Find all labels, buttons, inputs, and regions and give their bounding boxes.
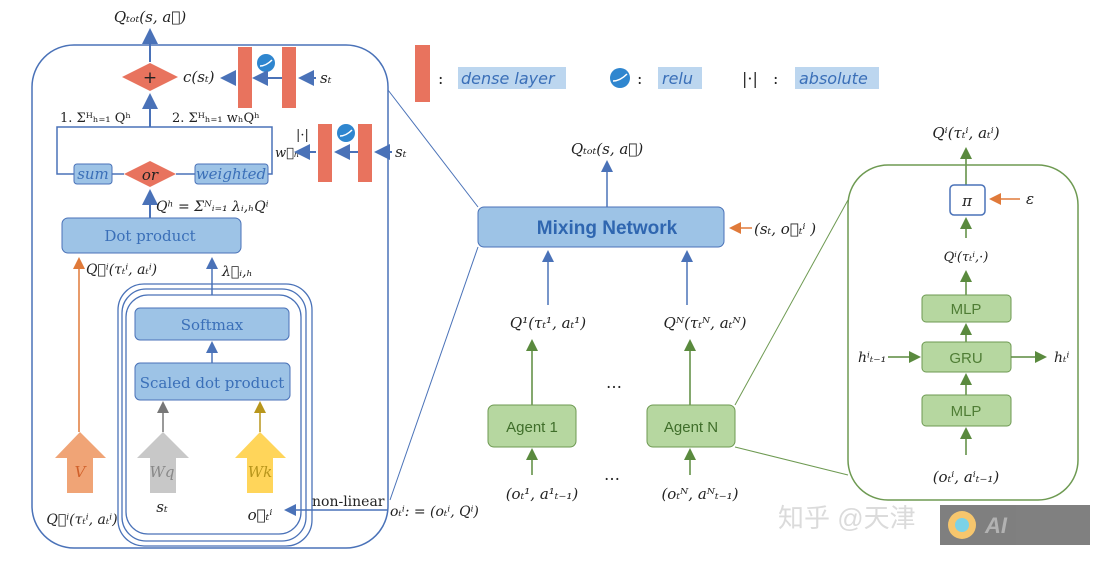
softmax-label: Softmax: [181, 316, 244, 334]
qi-vector-label: Q⃗ⁱ(τₜⁱ, aₜⁱ): [86, 262, 157, 278]
relu-icon: [610, 68, 630, 88]
pi-label: π: [961, 192, 973, 210]
agent-1-input: (oₜ¹, a¹ₜ₋₁): [506, 485, 579, 503]
wq-label: Wq: [149, 463, 174, 481]
dense-layer: [358, 124, 372, 182]
legend-sep: :: [637, 69, 642, 88]
logo-flower-center: [955, 518, 969, 532]
agent-n-label: Agent N: [664, 419, 718, 436]
legend-dense-label: dense layer: [461, 69, 556, 88]
legend: : dense layer : relu |·| : absolute: [415, 45, 879, 102]
weighted-option-label: 2. Σᴴₕ₌₁ wₕQʰ: [172, 111, 260, 126]
q-tot-label: Qₜₒₜ(s, a⃗): [114, 8, 187, 26]
state-label: sₜ: [395, 143, 407, 161]
legend-relu-label: relu: [662, 69, 693, 88]
qn-label: Qᴺ(τₜᴺ, aₜᴺ): [664, 314, 747, 332]
qi-output-label: Qⁱ(τₜⁱ, aₜⁱ): [932, 124, 999, 142]
hidden-next-label: hₜⁱ: [1054, 350, 1069, 366]
state-input-label: sₜ: [156, 498, 168, 516]
plus-symbol: +: [143, 68, 157, 88]
dot-product-label: Dot product: [104, 227, 195, 245]
watermark-text: 知乎 @天津: [778, 503, 916, 533]
obs-input-label: o⃗ₜⁱ: [248, 506, 273, 524]
or-label: or: [142, 166, 159, 184]
w-h-label: w⃗ₕ: [275, 146, 300, 161]
abs-symbol: |·|: [742, 69, 758, 88]
relu-icon: [257, 54, 275, 72]
agent-network-panel: Qⁱ(τₜⁱ, aₜⁱ) π ε Qⁱ(τₜⁱ,·) MLP GRU hⁱₜ₋₁…: [847, 124, 1079, 501]
mixing-network-label: Mixing Network: [537, 218, 678, 239]
non-linear-label: non-linear: [312, 494, 385, 510]
q-tot-label: Qₜₒₜ(s, a⃗): [571, 140, 644, 158]
scaled-dot-product-label: Scaled dot product: [140, 374, 285, 392]
dense-layer: [282, 47, 296, 108]
watermark-logo-text: AI: [984, 513, 1008, 538]
qi-input-label: Q⃗ⁱ(τₜⁱ, aₜⁱ): [46, 512, 117, 528]
relu-icon: [337, 124, 355, 142]
hidden-prev-label: hⁱₜ₋₁: [858, 350, 886, 366]
gru-label: GRU: [949, 350, 982, 367]
agent-n-input: (oₜᴺ, aᴺₜ₋₁): [661, 485, 738, 503]
ellipsis: …: [604, 465, 620, 484]
watermark: 知乎 @天津 AI: [778, 503, 1090, 545]
ellipsis: …: [606, 373, 622, 392]
lambda-label: λ⃗ᵢ,ₕ: [221, 264, 253, 280]
zoom-line: [389, 246, 479, 501]
qh-equation: Qʰ = Σᴺᵢ₌₁ λᵢ,ₕQⁱ: [156, 199, 269, 215]
legend-sep: :: [773, 69, 778, 88]
qmix-attention-diagram: Qₜₒₜ(s, a⃗) + c(sₜ) sₜ 1. Σᴴₕ₌₁ Qʰ 2. Σᴴ…: [0, 0, 1111, 564]
state-label: sₜ: [320, 69, 332, 87]
legend-sep: :: [438, 69, 443, 88]
abs-symbol: |·|: [296, 128, 309, 143]
weighted-label: weighted: [196, 165, 266, 183]
epsilon-label: ε: [1026, 190, 1034, 208]
mixer-input-label: (sₜ, o⃗ₜⁱ ): [754, 220, 816, 238]
agent-input-label: (oₜⁱ, aⁱₜ₋₁): [933, 468, 1000, 486]
agent-1-label: Agent 1: [506, 419, 558, 436]
q1-label: Q¹(τₜ¹, aₜ¹): [510, 314, 586, 332]
zoom-line: [734, 446, 849, 476]
c-st-label: c(sₜ): [183, 68, 215, 86]
wk-label: Wk: [248, 463, 273, 481]
dense-layer-swatch: [415, 45, 430, 102]
obs-definition: oₜⁱ: = (oₜⁱ, Qⁱ): [390, 504, 479, 520]
dense-layer: [318, 124, 332, 182]
sum-label: sum: [77, 165, 109, 183]
mlp-bottom-label: MLP: [951, 403, 982, 420]
diagram-canvas: Qₜₒₜ(s, a⃗) + c(sₜ) sₜ 1. Σᴴₕ₌₁ Qʰ 2. Σᴴ…: [31, 8, 1090, 549]
qi-all-actions-label: Qⁱ(τₜⁱ,·): [944, 250, 989, 265]
mlp-top-label: MLP: [951, 301, 982, 318]
dense-layer: [238, 47, 252, 108]
sum-option-label: 1. Σᴴₕ₌₁ Qʰ: [60, 111, 131, 126]
attention-mixer-panel: Qₜₒₜ(s, a⃗) + c(sₜ) sₜ 1. Σᴴₕ₌₁ Qʰ 2. Σᴴ…: [31, 8, 479, 549]
qmix-overview: Qₜₒₜ(s, a⃗) Mixing Network (sₜ, o⃗ₜⁱ ) Q…: [477, 140, 816, 503]
legend-abs-label: absolute: [799, 69, 868, 88]
